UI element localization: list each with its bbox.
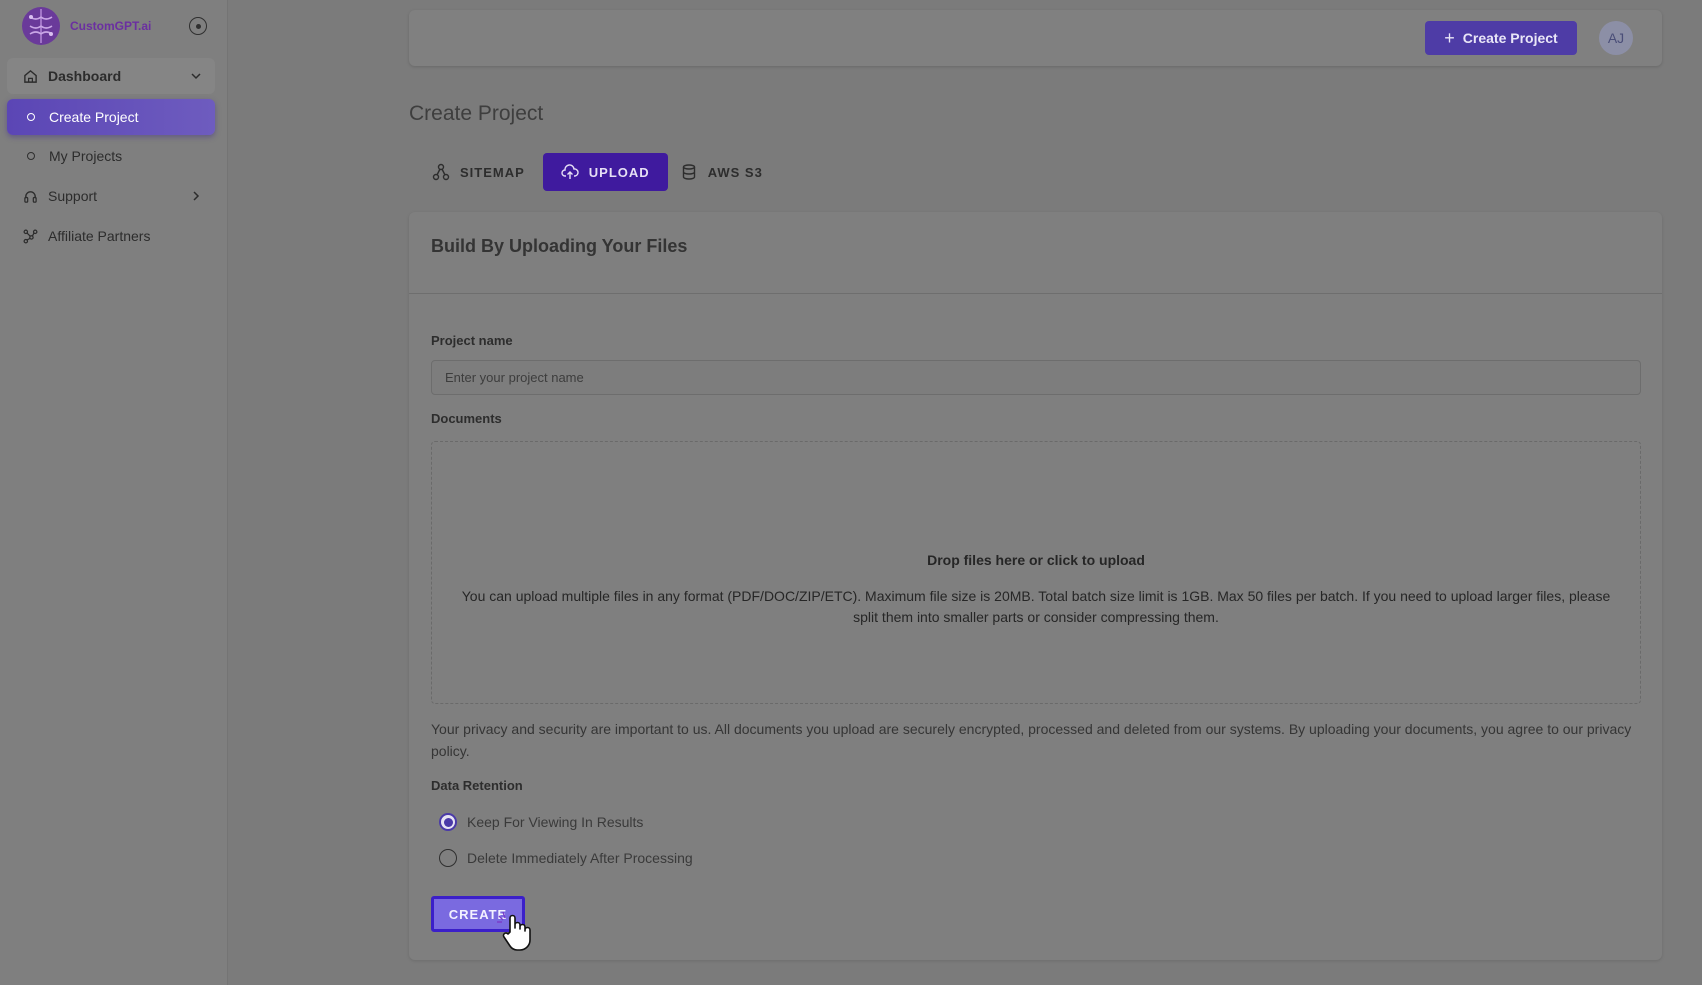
bullet-icon (27, 113, 35, 121)
source-tabs: SITEMAP UPLOAD AWS S3 (420, 153, 781, 191)
plus-icon: + (1444, 27, 1455, 48)
hand-pointer-icon (497, 911, 531, 951)
top-bar: + Create Project AJ (409, 10, 1662, 66)
sidebar-nav: Dashboard Create Project My Projects Sup… (7, 58, 215, 254)
privacy-notice: Your privacy and security are important … (431, 721, 1632, 759)
brand[interactable]: CustomGPT.ai (20, 5, 151, 47)
brand-name: CustomGPT.ai (70, 19, 152, 33)
tab-upload[interactable]: UPLOAD (542, 153, 668, 191)
tab-sitemap[interactable]: SITEMAP (420, 153, 543, 191)
headset-icon (22, 188, 38, 204)
sidebar-item-dashboard[interactable]: Dashboard (7, 58, 215, 94)
dropzone-title: Drop files here or click to upload (927, 552, 1145, 568)
sidebar-item-label: Dashboard (48, 68, 122, 84)
upload-card: Build By Uploading Your Files Project na… (409, 212, 1662, 960)
data-retention-label: Data Retention (431, 778, 523, 793)
brain-logo-icon (22, 7, 60, 45)
tab-label: UPLOAD (588, 164, 650, 180)
avatar[interactable]: AJ (1599, 21, 1633, 55)
radio-checked[interactable] (439, 813, 457, 831)
home-icon (22, 68, 38, 84)
sidebar-item-create-project[interactable]: Create Project (7, 99, 215, 135)
sidebar: CustomGPT.ai Dashboard Create Project My… (0, 0, 228, 985)
project-name-label: Project name (431, 333, 513, 348)
sidebar-item-affiliate-partners[interactable]: Affiliate Partners (7, 218, 215, 254)
sidebar-item-my-projects[interactable]: My Projects (7, 138, 215, 174)
sidebar-item-support[interactable]: Support (7, 178, 215, 214)
database-icon (682, 164, 695, 180)
network-icon (22, 228, 38, 244)
retention-option-keep[interactable]: Keep For Viewing In Results (439, 813, 643, 831)
sidebar-toggle-icon[interactable] (189, 17, 207, 35)
sidebar-item-label: Support (48, 188, 98, 204)
card-title: Build By Uploading Your Files (431, 236, 688, 256)
tab-aws-s3[interactable]: AWS S3 (668, 153, 781, 191)
create-project-label: Create Project (1462, 30, 1558, 46)
divider (409, 293, 1662, 294)
sidebar-item-label: Create Project (49, 109, 139, 125)
radio-label: Delete Immediately After Processing (467, 850, 693, 866)
tab-label: SITEMAP (460, 164, 525, 180)
create-project-button[interactable]: + Create Project (1425, 21, 1577, 55)
dropzone-description: You can upload multiple files in any for… (461, 588, 1611, 625)
sidebar-item-label: Affiliate Partners (48, 228, 151, 244)
file-dropzone[interactable]: Drop files here or click to upload You c… (431, 441, 1641, 704)
retention-option-delete[interactable]: Delete Immediately After Processing (439, 849, 693, 867)
documents-label: Documents (431, 411, 502, 426)
bullet-icon (27, 152, 35, 160)
cloud-upload-icon (561, 164, 579, 179)
radio-label: Keep For Viewing In Results (467, 814, 644, 830)
chevron-down-icon (191, 73, 201, 80)
sidebar-item-label: My Projects (49, 148, 123, 164)
tab-label: AWS S3 (707, 164, 763, 180)
page-title: Create Project (409, 102, 544, 125)
radio-unchecked[interactable] (439, 849, 457, 867)
chevron-right-icon (193, 191, 200, 201)
project-name-input[interactable] (431, 360, 1641, 395)
sitemap-icon (432, 163, 450, 181)
